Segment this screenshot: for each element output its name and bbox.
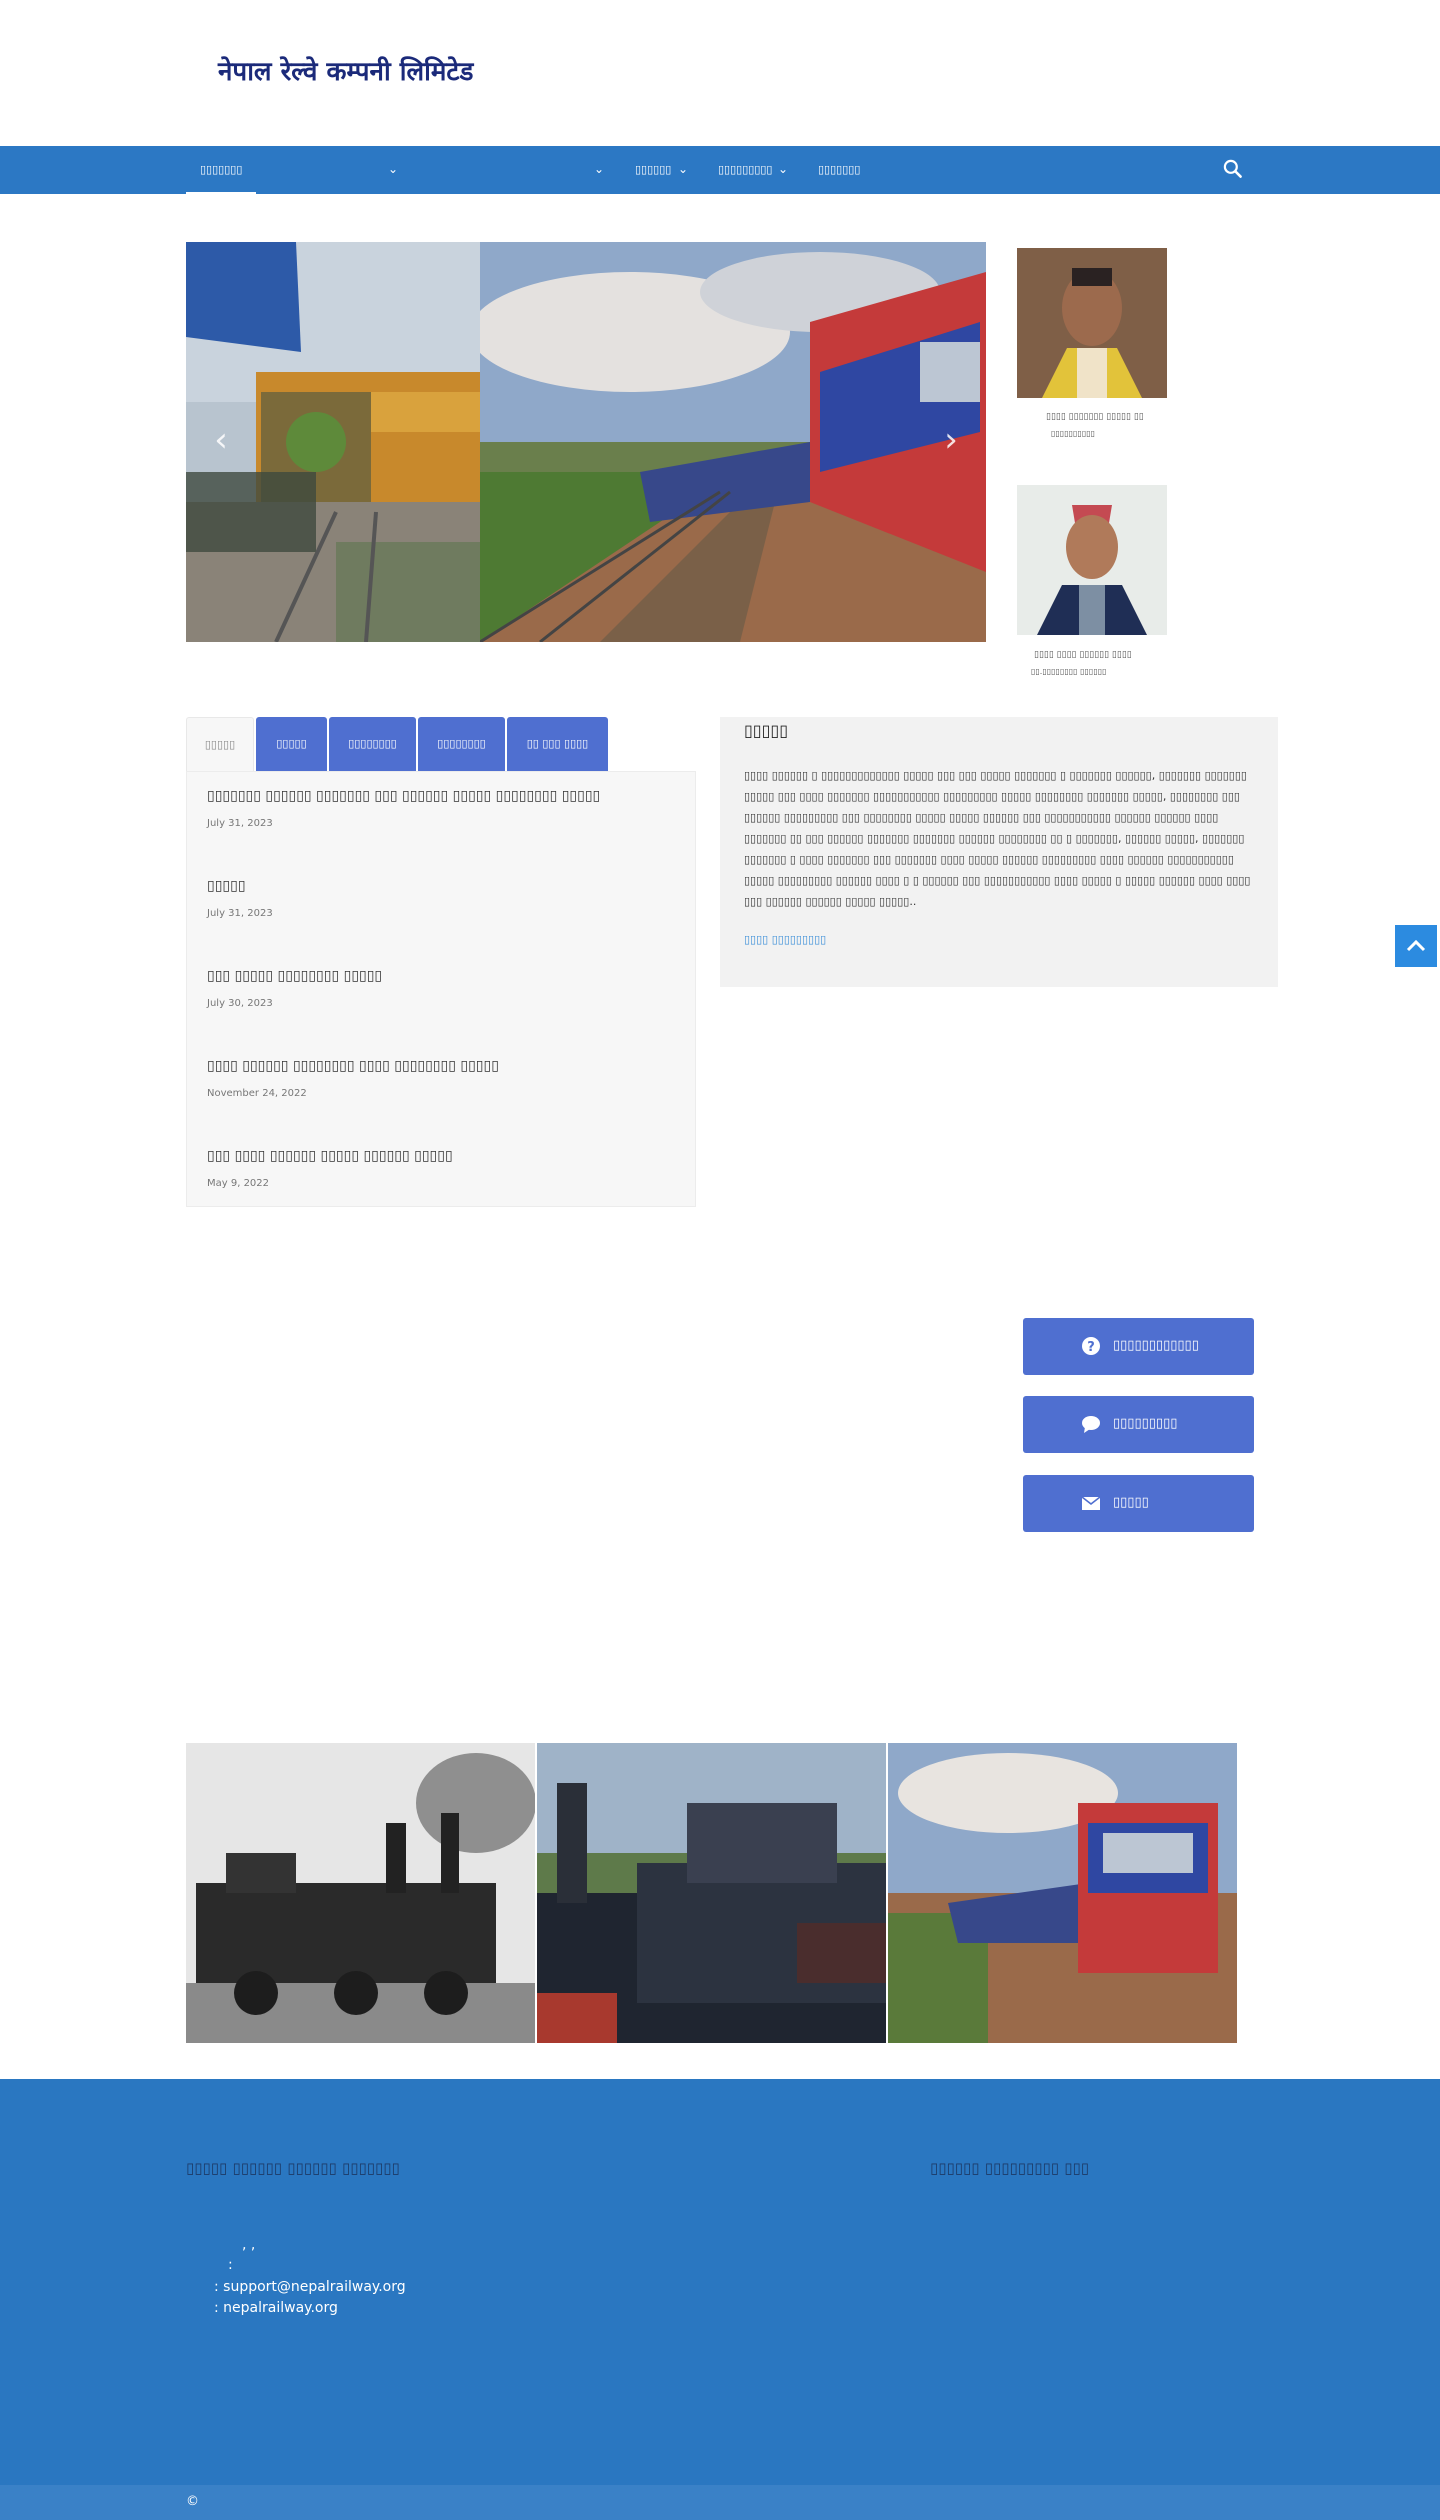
nav-item-2[interactable]: ▯▯▯▯▯▯ bbox=[635, 146, 671, 194]
footer-address: , , bbox=[242, 2237, 256, 2253]
chevron-down-icon[interactable]: ⌄ bbox=[594, 146, 604, 194]
post-date: November 24, 2022 bbox=[207, 1088, 307, 1099]
tab-announcements[interactable]: ▯▯▯▯▯▯▯▯ bbox=[329, 717, 416, 771]
post-date: July 31, 2023 bbox=[207, 908, 273, 919]
svg-text:?: ? bbox=[1087, 1340, 1095, 1355]
gallery-image-steam-loco-bw[interactable] bbox=[186, 1743, 535, 2043]
official-title: ▯▯.▯▯▯▯▯▯▯▯ ▯▯▯▯▯▯ bbox=[1031, 667, 1107, 676]
post-title[interactable]: ▯▯▯ ▯▯▯▯ ▯▯▯▯▯▯ ▯▯▯▯▯ ▯▯▯▯▯▯ ▯▯▯▯▯ bbox=[207, 1148, 453, 1164]
post-title[interactable]: ▯▯▯ ▯▯▯▯▯ ▯▯▯▯▯▯▯▯ ▯▯▯▯▯ bbox=[207, 968, 382, 984]
faq-button[interactable]: ? ▯▯▯▯▯▯▯▯▯▯▯▯ bbox=[1023, 1318, 1254, 1375]
copyright-text: © bbox=[186, 2494, 199, 2509]
official-name: ▯▯▯▯ ▯▯▯▯ ▯▯▯▯▯▯ ▯▯▯▯ bbox=[1034, 650, 1132, 660]
contact-button[interactable]: ▯▯▯▯▯ bbox=[1023, 1475, 1254, 1532]
post-date: May 9, 2022 bbox=[207, 1178, 270, 1189]
feedback-button[interactable]: ▯▯▯▯▯▯▯▯▯ bbox=[1023, 1396, 1254, 1453]
footer-contact-heading: ▯▯▯▯▯ ▯▯▯▯▯▯ ▯▯▯▯▯▯ ▯▯▯▯▯▯▯ bbox=[186, 2159, 400, 2177]
tab-others[interactable]: ▯▯ ▯▯▯ ▯▯▯▯ bbox=[507, 717, 608, 771]
footer-links-heading: ▯▯▯▯▯▯ ▯▯▯▯▯▯▯▯▯ ▯▯▯ bbox=[930, 2159, 1090, 2177]
official-photo-2 bbox=[1017, 485, 1167, 635]
read-more-link[interactable]: ▯▯▯▯ ▯▯▯▯▯▯▯▯▯ bbox=[744, 933, 826, 946]
nav-item-home[interactable]: ▯▯▯▯▯▯▯ bbox=[186, 146, 256, 194]
footer-email[interactable]: : support@nepalrailway.org bbox=[214, 2279, 406, 2295]
official-title: ▯▯▯▯▯▯▯▯▯▯ bbox=[1051, 429, 1096, 438]
official-photo-1 bbox=[1017, 248, 1167, 398]
tab-news[interactable]: ▯▯▯▯▯ bbox=[186, 717, 254, 771]
nav-item-4[interactable]: ▯▯▯▯▯▯▯ bbox=[818, 146, 860, 194]
gallery-image-red-train[interactable] bbox=[888, 1743, 1237, 2043]
intro-text: ▯▯▯▯ ▯▯▯▯▯▯ ▯ ▯▯▯▯▯▯▯▯▯▯▯▯▯ ▯▯▯▯▯ ▯▯▯ ▯▯… bbox=[744, 769, 1251, 908]
nav-item-3[interactable]: ▯▯▯▯▯▯▯▯▯ bbox=[718, 146, 772, 194]
back-to-top-icon[interactable] bbox=[1395, 925, 1437, 967]
feedback-button-label: ▯▯▯▯▯▯▯▯▯ bbox=[1113, 1416, 1178, 1431]
slide-image-red-train bbox=[480, 242, 986, 642]
post-title[interactable]: ▯▯▯▯ ▯▯▯▯▯▯ ▯▯▯▯▯▯▯▯ ▯▯▯▯ ▯▯▯▯▯▯▯▯ ▯▯▯▯▯ bbox=[207, 1058, 499, 1074]
faq-button-label: ▯▯▯▯▯▯▯▯▯▯▯▯ bbox=[1113, 1338, 1199, 1353]
site-title[interactable]: नेपाल रेल्वे कम्पनी लिमिटेड bbox=[218, 52, 473, 88]
comment-icon bbox=[1082, 1416, 1100, 1433]
page: नेपाल रेल्वे कम्पनी लिमिटेड ▯▯▯▯▯▯▯ ⌄ ⌄ … bbox=[0, 0, 1440, 2520]
post-date: July 30, 2023 bbox=[207, 998, 273, 1009]
tab-publications[interactable]: ▯▯▯▯▯▯▯▯ bbox=[418, 717, 505, 771]
intro-heading: ▯▯▯▯▯ bbox=[744, 721, 789, 740]
post-title[interactable]: ▯▯▯▯▯ bbox=[207, 878, 246, 894]
post-title[interactable]: ▯▯▯▯▯▯▯ ▯▯▯▯▯▯ ▯▯▯▯▯▯▯ ▯▯▯ ▯▯▯▯▯▯ ▯▯▯▯▯ … bbox=[207, 788, 600, 804]
question-circle-icon: ? bbox=[1082, 1337, 1100, 1355]
footer-bottom-bar: © bbox=[0, 2485, 1440, 2520]
hero-slider[interactable]: ‹ › bbox=[186, 242, 986, 642]
slider-next-arrow-icon[interactable]: › bbox=[936, 420, 966, 460]
chevron-down-icon[interactable]: ⌄ bbox=[678, 146, 688, 194]
search-icon[interactable] bbox=[1220, 156, 1246, 182]
chevron-down-icon[interactable]: ⌄ bbox=[778, 146, 788, 194]
post-date: July 31, 2023 bbox=[207, 818, 273, 829]
intro-box: ▯▯▯▯▯ ▯▯▯▯ ▯▯▯▯▯▯ ▯ ▯▯▯▯▯▯▯▯▯▯▯▯▯ ▯▯▯▯▯ … bbox=[720, 717, 1278, 987]
envelope-icon bbox=[1081, 1496, 1101, 1510]
contact-button-label: ▯▯▯▯▯ bbox=[1113, 1495, 1149, 1510]
footer-phone: : bbox=[228, 2257, 233, 2273]
news-tabs: ▯▯▯▯▯ ▯▯▯▯▯ ▯▯▯▯▯▯▯▯ ▯▯▯▯▯▯▯▯ ▯▯ ▯▯▯ ▯▯▯… bbox=[186, 717, 696, 1207]
footer-website[interactable]: : nepalrailway.org bbox=[214, 2300, 338, 2316]
footer: ▯▯▯▯▯ ▯▯▯▯▯▯ ▯▯▯▯▯▯ ▯▯▯▯▯▯▯ ▯▯▯▯▯▯ ▯▯▯▯▯… bbox=[0, 2079, 1440, 2485]
slider-prev-arrow-icon[interactable]: ‹ bbox=[206, 420, 236, 460]
tab-panel: ▯▯▯▯▯▯▯ ▯▯▯▯▯▯ ▯▯▯▯▯▯▯ ▯▯▯ ▯▯▯▯▯▯ ▯▯▯▯▯ … bbox=[186, 771, 696, 1207]
official-name: ▯▯▯▯ ▯▯▯▯▯▯▯ ▯▯▯▯▯ ▯▯ bbox=[1046, 412, 1144, 422]
gallery-image-steam-loco-color[interactable] bbox=[537, 1743, 886, 2043]
tab-notices[interactable]: ▯▯▯▯▯ bbox=[256, 717, 327, 771]
chevron-down-icon[interactable]: ⌄ bbox=[388, 146, 398, 194]
